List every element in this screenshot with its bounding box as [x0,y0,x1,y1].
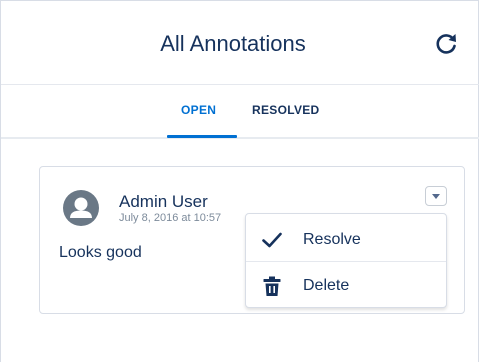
menu-item-label: Resolve [303,231,361,248]
annotations-panel: All Annotations OPEN RESOLVED Admin User… [0,0,479,362]
active-tab-indicator [167,135,237,138]
annotation-comment: Looks good [59,244,142,261]
tab-open[interactable]: OPEN [181,103,216,117]
annotation-menu-button[interactable] [425,186,447,206]
annotation-author: Admin User [119,192,208,211]
menu-item-label: Delete [303,277,350,294]
chevron-down-icon [432,194,440,199]
tab-bar: OPEN RESOLVED [1,85,479,139]
page-title: All Annotations [160,31,306,56]
annotation-timestamp: July 8, 2016 at 10:57 [119,212,222,224]
menu-item-resolve[interactable]: Resolve [246,216,446,262]
refresh-icon[interactable] [433,31,459,57]
trash-icon [261,275,283,297]
annotation-actions-menu: Resolve Delete [245,213,447,308]
check-icon [261,229,283,251]
user-avatar-icon [63,190,99,226]
menu-item-delete[interactable]: Delete [246,262,446,308]
panel-header: All Annotations [1,1,479,85]
tab-resolved[interactable]: RESOLVED [252,103,320,117]
